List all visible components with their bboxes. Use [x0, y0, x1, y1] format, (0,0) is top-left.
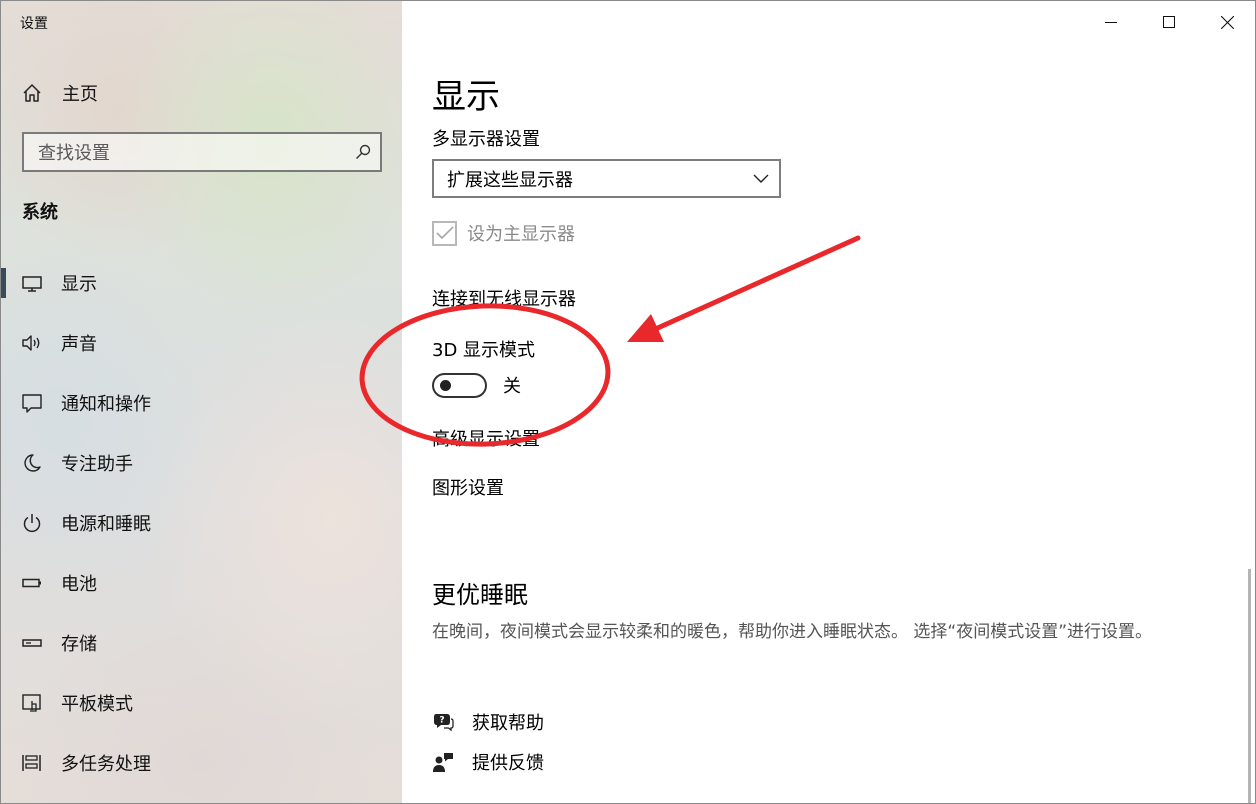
app-title: 设置 [20, 16, 48, 32]
sidebar-item-multitasking[interactable]: 多任务处理 [1, 733, 402, 793]
home-button[interactable]: 主页 [21, 79, 98, 107]
sidebar-nav: 显示 声音 通知和操作 专注助手 电源和睡眠 电池 存储 平板模式 多任务处理 [1, 253, 402, 793]
sidebar-item-label: 电源和睡眠 [61, 514, 151, 535]
power-icon [23, 514, 41, 533]
give-feedback-label: 提供反馈 [472, 753, 544, 774]
multi-display-label: 多显示器设置 [432, 129, 540, 150]
maximize-button[interactable] [1140, 1, 1198, 43]
primary-display-row: 设为主显示器 [432, 220, 575, 246]
settings-window: 设置 主页 查找设置 系统 显示 声音 通知和操作 专注助手 电源和睡眠 电池 … [0, 0, 1256, 804]
search-icon[interactable] [354, 143, 372, 161]
sidebar-item-tablet-mode[interactable]: 平板模式 [1, 673, 402, 733]
sidebar-item-label: 电池 [61, 574, 97, 595]
battery-icon [22, 578, 41, 588]
connect-wireless-display-link[interactable]: 连接到无线显示器 [432, 285, 576, 311]
sidebar-item-display[interactable]: 显示 [1, 253, 402, 313]
maximize-icon [1163, 16, 1175, 28]
sidebar-item-label: 专注助手 [61, 454, 133, 475]
mode-3d-toggle[interactable] [432, 372, 487, 398]
close-icon [1220, 15, 1234, 29]
multi-display-value: 扩展这些显示器 [447, 169, 573, 191]
sidebar-item-battery[interactable]: 电池 [1, 553, 402, 613]
help-chat-icon: ? [434, 714, 454, 732]
get-help-link[interactable]: ? 获取帮助 [432, 709, 544, 735]
scrollbar[interactable] [1248, 569, 1251, 803]
toggle-knob [440, 379, 451, 391]
search-input[interactable]: 查找设置 [22, 132, 382, 172]
section-title: 系统 [22, 202, 58, 223]
sidebar-item-label: 多任务处理 [61, 754, 151, 775]
sidebar-item-label: 通知和操作 [61, 394, 151, 415]
sidebar-item-power-sleep[interactable]: 电源和睡眠 [1, 493, 402, 553]
sidebar-item-label: 平板模式 [61, 694, 133, 715]
page-title: 显示 [432, 77, 500, 117]
svg-text:?: ? [439, 716, 444, 726]
sidebar-item-storage[interactable]: 存储 [1, 613, 402, 673]
sidebar-item-sound[interactable]: 声音 [1, 313, 402, 373]
mode-3d-row: 关 [432, 372, 521, 398]
moon-icon [24, 454, 41, 472]
search-placeholder: 查找设置 [38, 143, 110, 164]
sleep-section-description: 在晚间，夜间模式会显示较柔和的暖色，帮助你进入睡眠状态。 选择“夜间模式设置”进… [432, 622, 1153, 642]
sidebar-item-label: 声音 [61, 334, 97, 355]
checkmark-icon [435, 226, 454, 240]
home-label: 主页 [62, 84, 98, 105]
graphics-settings-link[interactable]: 图形设置 [432, 474, 504, 500]
advanced-display-settings-link[interactable]: 高级显示设置 [432, 425, 540, 451]
mode-3d-state: 关 [503, 376, 521, 397]
storage-icon [22, 639, 42, 647]
sidebar-item-label: 存储 [61, 634, 97, 655]
feedback-icon [433, 753, 453, 772]
monitor-icon [22, 276, 42, 292]
minimize-icon [1105, 22, 1117, 23]
tablet-icon [22, 694, 41, 712]
sidebar: 设置 主页 查找设置 系统 显示 声音 通知和操作 专注助手 电源和睡眠 电池 … [1, 1, 402, 803]
get-help-label: 获取帮助 [472, 713, 544, 734]
sleep-section-title: 更优睡眠 [432, 581, 528, 609]
minimize-button[interactable] [1082, 1, 1140, 43]
close-button[interactable] [1198, 1, 1255, 43]
mode-3d-label: 3D 显示模式 [432, 340, 536, 361]
multi-display-select[interactable]: 扩展这些显示器 [432, 159, 781, 198]
sidebar-item-label: 显示 [61, 274, 97, 295]
sidebar-item-notifications[interactable]: 通知和操作 [1, 373, 402, 433]
primary-display-label: 设为主显示器 [467, 224, 575, 245]
speaker-icon [22, 335, 40, 351]
home-icon [23, 84, 41, 102]
multitask-icon [22, 755, 41, 771]
primary-display-checkbox[interactable] [432, 220, 457, 246]
main-content: 显示 多显示器设置 扩展这些显示器 设为主显示器 连接到无线显示器 3D 显示模… [402, 1, 1255, 803]
chevron-down-icon [753, 174, 769, 183]
notification-icon [22, 394, 42, 413]
give-feedback-link[interactable]: 提供反馈 [432, 749, 544, 775]
sidebar-item-focus-assist[interactable]: 专注助手 [1, 433, 402, 493]
